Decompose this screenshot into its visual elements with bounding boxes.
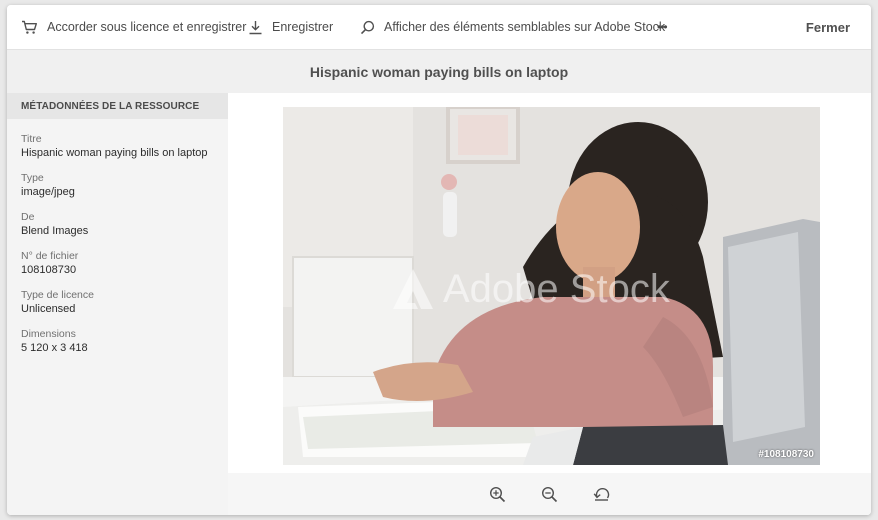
zoom-in-button[interactable] [486, 482, 510, 506]
reset-zoom-button[interactable] [590, 482, 614, 506]
zoom-out-icon [541, 486, 558, 502]
more-icon: ••• [657, 20, 668, 34]
metadata-value: Blend Images [21, 225, 89, 237]
license-and-save-label: Accorder sous licence et enregistrer [47, 20, 247, 34]
metadata-header: MÉTADONNÉES DE LA RESSOURCE [7, 93, 228, 119]
preview-pane: Adobe Stock #108108730 [228, 93, 871, 515]
title-bar: Hispanic woman paying bills on laptop [7, 49, 871, 93]
find-similar-label: Afficher des éléments semblables sur Ado… [384, 20, 666, 34]
asset-preview-dialog: Accorder sous licence et enregistrer Enr… [7, 5, 871, 515]
save-button[interactable]: Enregistrer [248, 5, 333, 49]
cart-icon [22, 20, 37, 34]
save-label: Enregistrer [272, 20, 334, 34]
preview-image: Adobe Stock #108108730 [283, 107, 820, 465]
license-and-save-button[interactable]: Accorder sous licence et enregistrer [21, 5, 246, 49]
watermark-text: Adobe Stock [443, 267, 670, 311]
metadata-item-license-type: Type de licence Unlicensed [21, 289, 228, 316]
metadata-value: 5 120 x 3 418 [21, 342, 88, 354]
metadata-label: N° de fichier [21, 250, 79, 262]
metadata-item-type: Type image/jpeg [21, 172, 228, 199]
metadata-value: Unlicensed [21, 303, 76, 315]
metadata-label: Dimensions [21, 328, 76, 340]
metadata-value: Hispanic woman paying bills on laptop [21, 147, 208, 159]
page-title: Hispanic woman paying bills on laptop [309, 63, 569, 80]
close-button[interactable]: Fermer [806, 5, 850, 49]
reset-icon [593, 487, 610, 501]
search-icon [360, 20, 375, 34]
metadata-label: De [21, 211, 35, 223]
find-similar-button[interactable]: Afficher des éléments semblables sur Ado… [360, 5, 665, 49]
zoom-in-icon [489, 486, 506, 502]
zoom-out-button[interactable] [538, 482, 562, 506]
metadata-item-title: Titre Hispanic woman paying bills on lap… [21, 133, 228, 160]
metadata-value: 108108730 [21, 264, 77, 276]
file-id-label: #108108730 [758, 449, 814, 460]
metadata-label: Titre [21, 133, 42, 145]
metadata-label: Type de licence [21, 289, 94, 301]
metadata-item-file-number: N° de fichier 108108730 [21, 250, 228, 277]
metadata-value: image/jpeg [21, 186, 75, 198]
metadata-sidebar: MÉTADONNÉES DE LA RESSOURCE Titre Hispan… [7, 93, 228, 515]
zoom-toolbar [228, 473, 871, 515]
download-icon [249, 20, 262, 34]
toolbar: Accorder sous licence et enregistrer Enr… [7, 5, 871, 49]
metadata-label: Type [21, 172, 44, 184]
more-button[interactable]: ••• [657, 5, 668, 49]
metadata-list: Titre Hispanic woman paying bills on lap… [7, 119, 228, 355]
adobe-stock-watermark-logo [393, 269, 433, 309]
metadata-item-author: De Blend Images [21, 211, 228, 238]
metadata-item-dimensions: Dimensions 5 120 x 3 418 [21, 328, 228, 355]
